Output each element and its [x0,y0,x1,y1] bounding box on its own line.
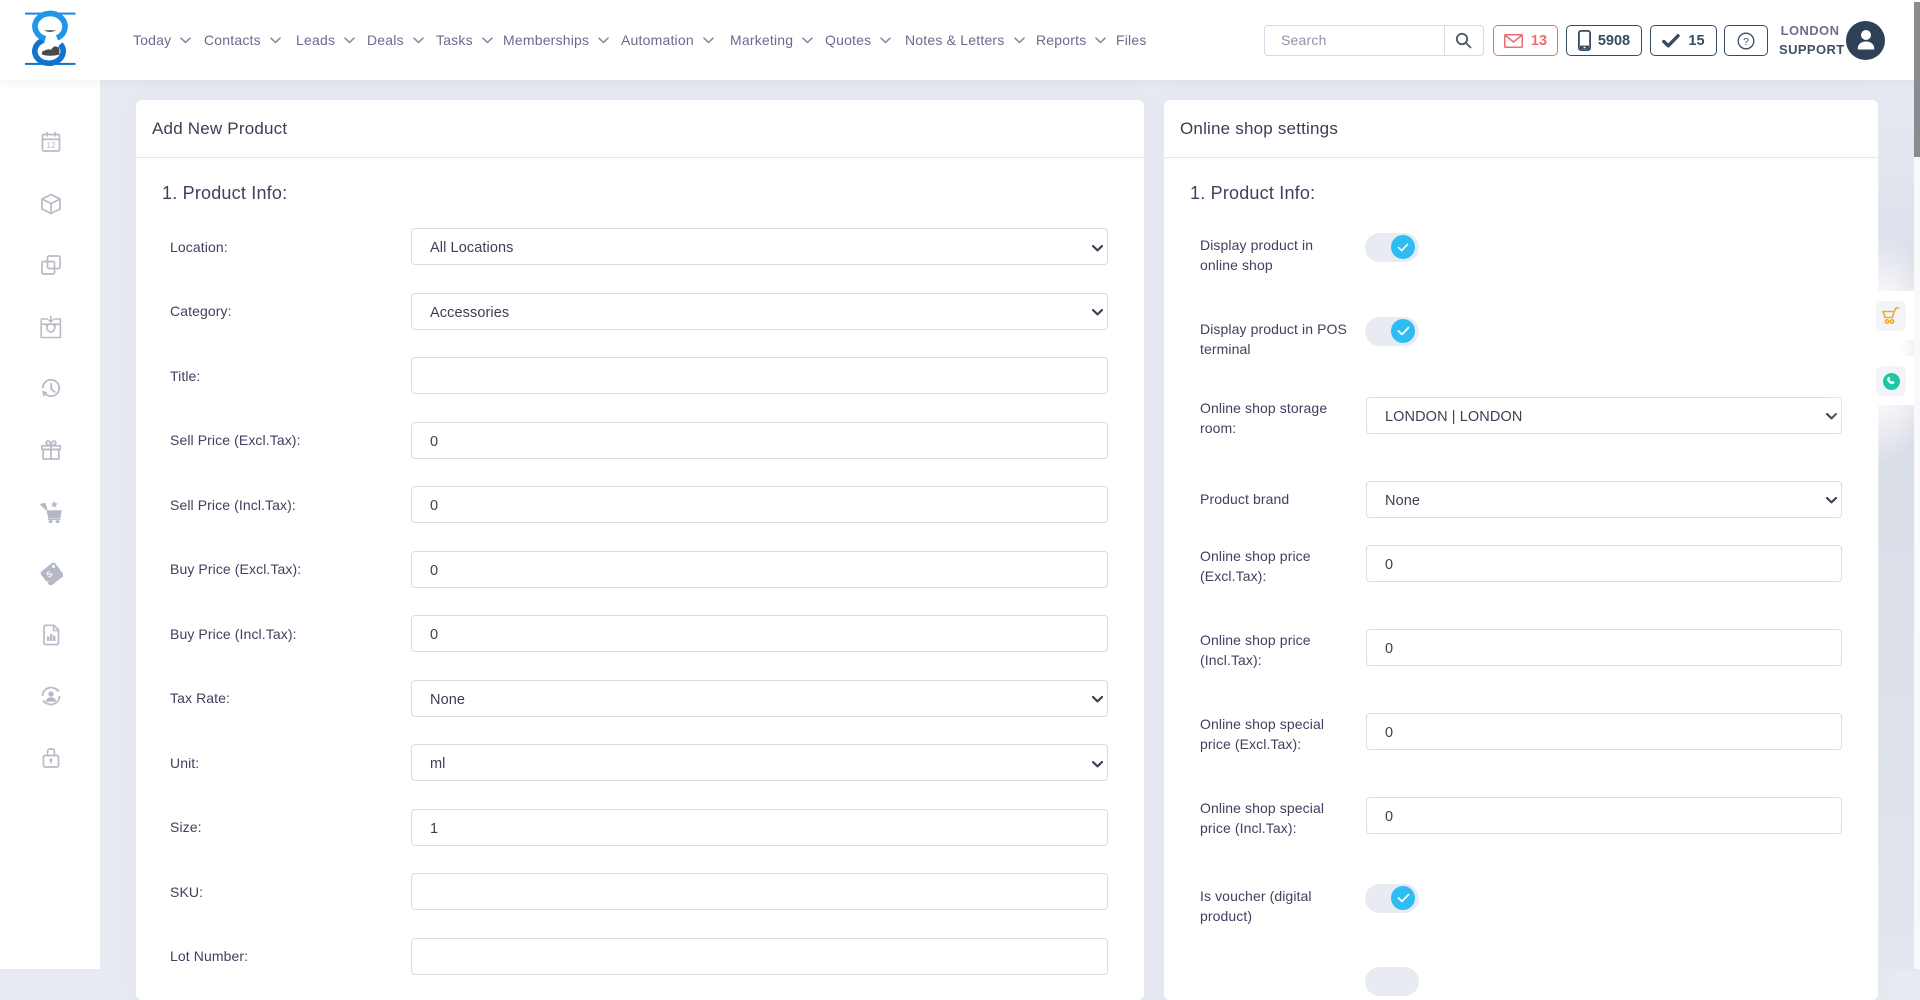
svg-text:12: 12 [46,140,56,150]
svg-text:?: ? [1743,36,1749,48]
